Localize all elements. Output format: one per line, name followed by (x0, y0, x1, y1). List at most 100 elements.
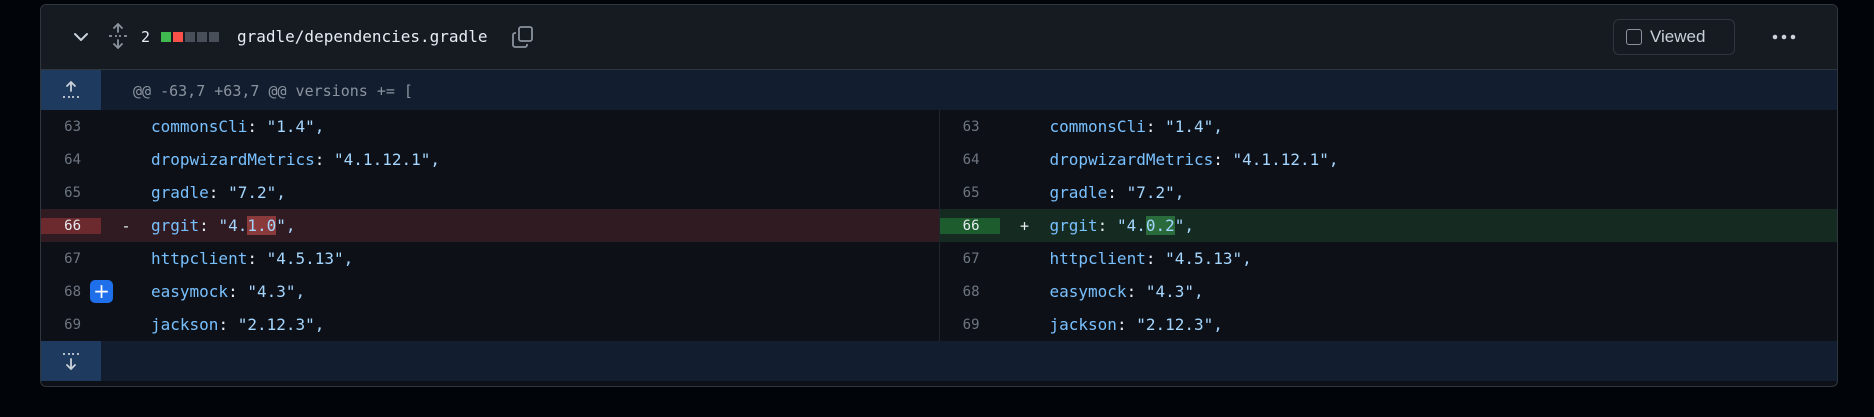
left-line: 68 easymock: "4.3", + (41, 275, 939, 308)
left-line: 66 - grgit: "4.1.0", (41, 209, 939, 242)
code-key: dropwizardMetrics (151, 150, 315, 169)
expand-up-icon (63, 80, 79, 98)
expand-all-icon[interactable] (107, 23, 129, 49)
left-line: 63 commonsCli: "1.4", (41, 110, 939, 143)
diffstat-block (173, 32, 183, 42)
code-key: jackson (1049, 315, 1117, 334)
expand-down-icon (63, 353, 79, 371)
changes-count: 2 (141, 28, 151, 46)
code-key: commonsCli (151, 117, 248, 136)
left-line: 69 jackson: "2.12.3", (41, 308, 939, 341)
chevron-down-icon[interactable] (71, 27, 91, 47)
code-value-tail: ", (1174, 216, 1195, 235)
code-text: commonsCli: "1.4", (1049, 117, 1223, 136)
file-header: 2 gradle/dependencies.gradle Viewed (41, 5, 1837, 70)
code-text: grgit: "4.1.0", (151, 216, 296, 235)
code-value: "7.2", (1126, 183, 1185, 202)
diffstat-block (161, 32, 171, 42)
code-value: "4. (218, 216, 248, 235)
line-number[interactable]: 63 (41, 119, 101, 135)
line-number[interactable]: 63 (940, 119, 1000, 135)
hunk-header: @@ -63,7 +63,7 @@ versions += [ (41, 70, 1837, 110)
line-number[interactable]: 66 (939, 217, 1000, 234)
add-comment-button[interactable]: + (90, 280, 113, 303)
code-value: "4.1.12.1", (1232, 150, 1339, 169)
code-key: httpclient (1049, 249, 1146, 268)
code-key: gradle (1049, 183, 1108, 202)
code-text: easymock: "4.3", (151, 282, 306, 301)
code-value: "2.12.3", (1136, 315, 1223, 334)
hunk-header-text: @@ -63,7 +63,7 @@ versions += [ (133, 82, 413, 100)
code-value: "2.12.3", (237, 315, 325, 334)
code-text: jackson: "2.12.3", (151, 315, 325, 334)
code-key: grgit (151, 216, 200, 235)
line-number[interactable]: 68 (940, 284, 1000, 300)
expand-up-button[interactable] (41, 70, 101, 110)
diff-sign: - (121, 216, 131, 235)
code-value: "1.4", (266, 117, 325, 136)
code-value: "4.3", (1145, 282, 1204, 301)
code-key: easymock (151, 282, 229, 301)
left-pane: 63 commonsCli: "1.4", 64 dropwizardMetrics:… (41, 110, 939, 341)
line-number[interactable]: 64 (940, 152, 1000, 168)
expand-down-button[interactable] (41, 341, 101, 381)
right-line: 68 easymock: "4.3", (940, 275, 1838, 308)
copy-icon[interactable] (511, 25, 535, 49)
code-text: commonsCli: "1.4", (151, 117, 325, 136)
changed-text: 1.0 (247, 216, 277, 235)
code-value: "4.5.13", (266, 249, 354, 268)
code-value: "4. (1116, 216, 1146, 235)
changed-text: 0.2 (1145, 216, 1175, 235)
diffstat-block (185, 32, 195, 42)
code-key: commonsCli (1049, 117, 1146, 136)
code-value: "7.2", (228, 183, 286, 202)
code-value-tail: ", (276, 216, 296, 235)
code-text: dropwizardMetrics: "4.1.12.1", (1049, 150, 1339, 169)
left-line: 65 gradle: "7.2", (41, 176, 939, 209)
right-pane: 63 commonsCli: "1.4", 64 dropwizardMetrics:… (938, 110, 1838, 341)
hunk-footer (41, 341, 1837, 381)
code-text: dropwizardMetrics: "4.1.12.1", (151, 150, 440, 169)
code-text: gradle: "7.2", (151, 183, 286, 202)
code-text: jackson: "2.12.3", (1049, 315, 1223, 334)
diffstat-block (209, 32, 219, 42)
viewed-label: Viewed (1650, 27, 1706, 46)
line-number[interactable]: 69 (940, 317, 1000, 333)
kebab-menu-icon[interactable] (1771, 27, 1797, 47)
diff-file: 2 gradle/dependencies.gradle Viewed @@ -… (40, 4, 1838, 387)
code-value: "4.3", (247, 282, 306, 301)
checkbox-icon[interactable] (1626, 29, 1642, 45)
right-line: 66 + grgit: "4.0.2", (939, 209, 1837, 242)
diff-rows: 63 commonsCli: "1.4", 64 dropwizardMetrics:… (41, 110, 1837, 341)
line-number[interactable]: 65 (940, 185, 1000, 201)
code-text: httpclient: "4.5.13", (1049, 249, 1252, 268)
line-number[interactable]: 64 (41, 152, 101, 168)
line-number[interactable]: 66 (41, 217, 101, 234)
code-value: "4.5.13", (1165, 249, 1252, 268)
right-line: 63 commonsCli: "1.4", (940, 110, 1838, 143)
line-number[interactable]: 67 (41, 251, 101, 267)
left-line: 67 httpclient: "4.5.13", (41, 242, 939, 275)
code-text: grgit: "4.0.2", (1049, 216, 1195, 235)
line-number[interactable]: 67 (940, 251, 1000, 267)
diffstat-block (197, 32, 207, 42)
viewed-checkbox[interactable]: Viewed (1613, 19, 1735, 55)
line-number[interactable]: 69 (41, 317, 101, 333)
code-key: dropwizardMetrics (1049, 150, 1214, 169)
right-line: 67 httpclient: "4.5.13", (940, 242, 1838, 275)
right-line: 69 jackson: "2.12.3", (940, 308, 1838, 341)
code-key: httpclient (151, 249, 248, 268)
code-text: easymock: "4.3", (1049, 282, 1204, 301)
code-key: jackson (151, 315, 219, 334)
code-key: easymock (1049, 282, 1127, 301)
right-line: 64 dropwizardMetrics: "4.1.12.1", (940, 143, 1838, 176)
file-name[interactable]: gradle/dependencies.gradle (237, 27, 487, 46)
code-value: "4.1.12.1", (334, 150, 440, 169)
diff-sign: + (1019, 216, 1030, 235)
code-value: "1.4", (1165, 117, 1223, 136)
right-line: 65 gradle: "7.2", (940, 176, 1838, 209)
code-text: gradle: "7.2", (1049, 183, 1185, 202)
code-key: gradle (151, 183, 209, 202)
line-number[interactable]: 65 (41, 185, 101, 201)
code-key: grgit (1049, 216, 1098, 235)
